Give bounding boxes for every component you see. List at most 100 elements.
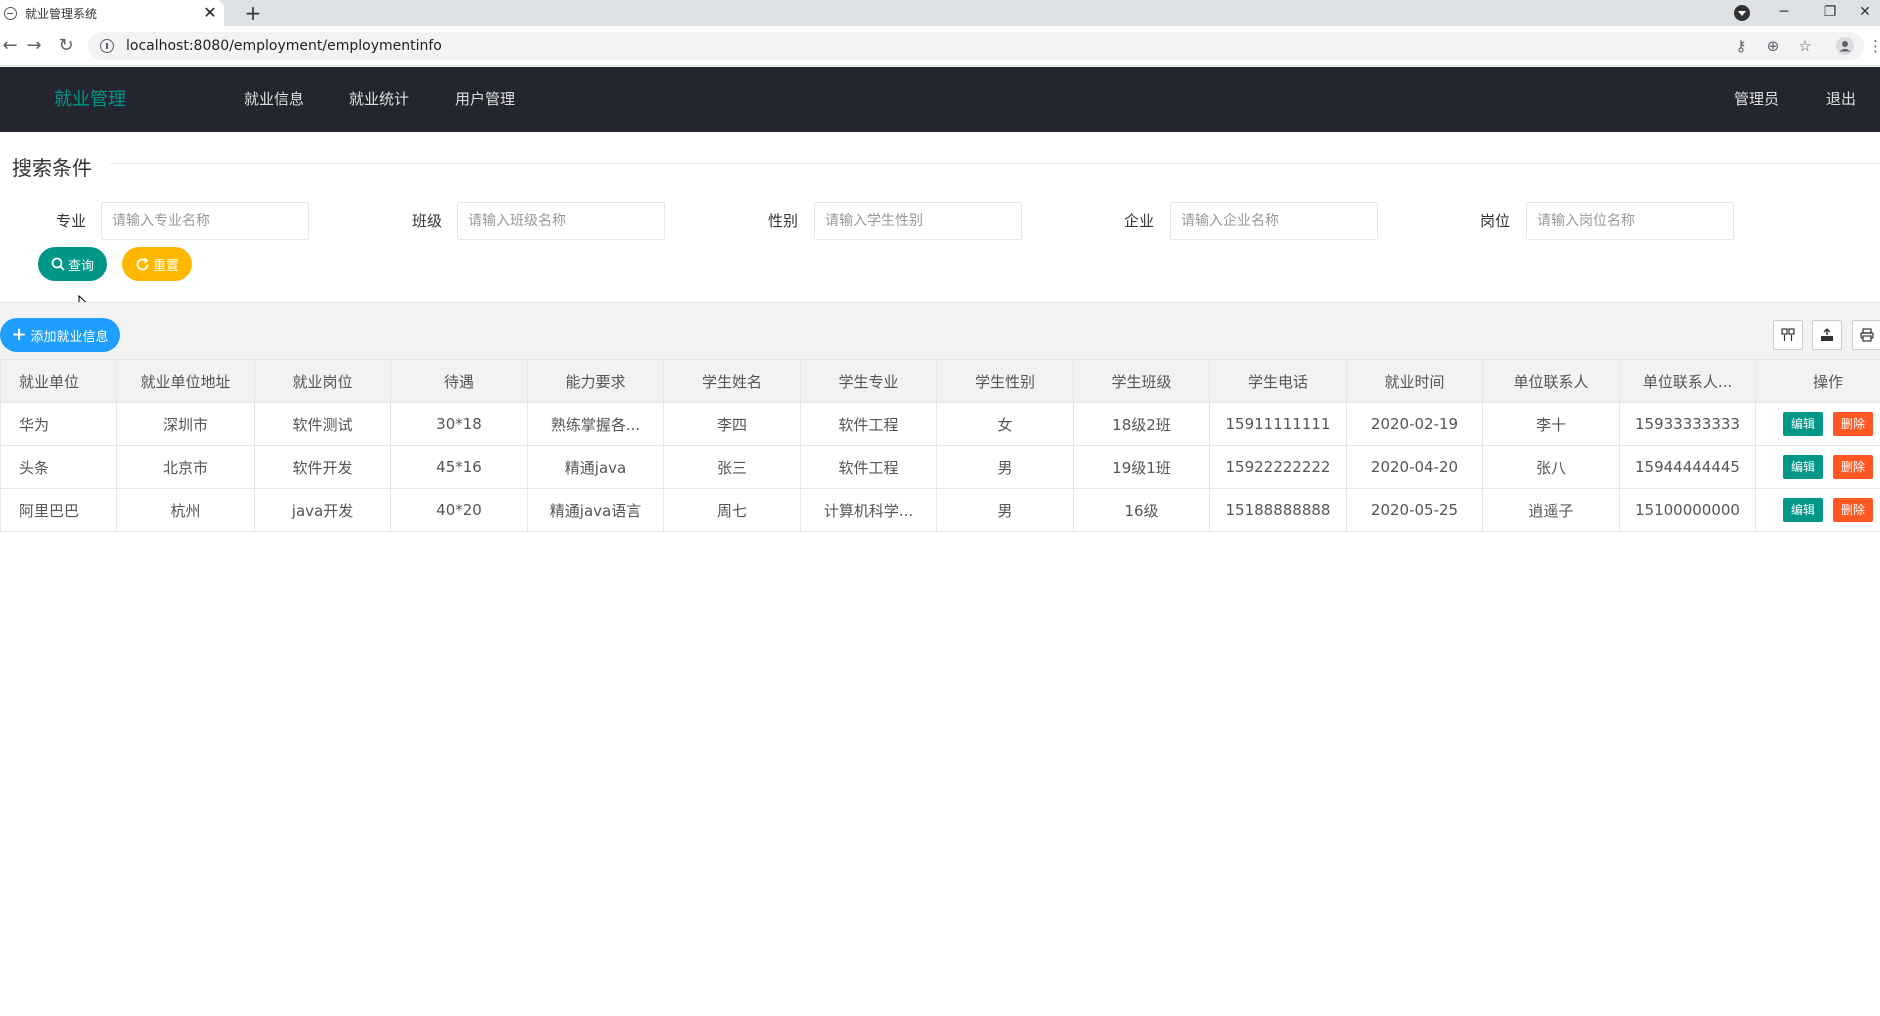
actions-cell: 编辑 删除 bbox=[1755, 488, 1880, 532]
nav-item-user-management[interactable]: 用户管理 bbox=[455, 67, 515, 132]
tab-close-icon[interactable]: ✕ bbox=[202, 5, 218, 21]
user-menu[interactable]: 管理员 bbox=[1734, 67, 1779, 132]
export-icon[interactable] bbox=[1812, 320, 1842, 350]
search-legend: 搜索条件 bbox=[12, 156, 92, 180]
column-header[interactable]: 就业单位地址 bbox=[116, 359, 255, 403]
restore-button[interactable]: ❐ bbox=[1810, 0, 1850, 26]
table-cell: 15188888888 bbox=[1209, 488, 1347, 532]
column-header[interactable]: 学生专业 bbox=[800, 359, 937, 403]
table-cell: 2020-05-25 bbox=[1346, 488, 1483, 532]
column-header[interactable]: 待遇 bbox=[390, 359, 528, 403]
table-cell: 逍遥子 bbox=[1482, 488, 1620, 532]
position-input[interactable] bbox=[1526, 202, 1734, 240]
delete-button[interactable]: 删除 bbox=[1833, 455, 1874, 479]
url-text[interactable]: localhost:8080/employment/employmentinfo bbox=[126, 38, 442, 54]
table-cell: 计算机科学... bbox=[800, 488, 937, 532]
kebab-menu-icon[interactable]: ⋮ bbox=[1868, 32, 1880, 60]
table-row[interactable]: 头条 北京市 软件开发 45*16 精通java 张三 软件工程 男 19级1班… bbox=[0, 445, 1880, 489]
column-header[interactable]: 学生姓名 bbox=[663, 359, 801, 403]
table-cell: 18级2班 bbox=[1073, 402, 1210, 446]
table-cell: 北京市 bbox=[116, 445, 255, 489]
employment-table: 就业单位 就业单位地址 就业岗位 待遇 能力要求 学生姓名 学生专业 学生性别 … bbox=[0, 359, 1880, 532]
table-cell: 男 bbox=[936, 445, 1074, 489]
browser-tab[interactable]: 就业管理系统 ✕ bbox=[0, 0, 224, 26]
table-cell: 精通java语言 bbox=[527, 488, 664, 532]
column-header[interactable]: 就业单位 bbox=[0, 359, 117, 403]
company-label: 企业 bbox=[1123, 212, 1154, 230]
edit-button[interactable]: 编辑 bbox=[1782, 455, 1823, 479]
account-icon[interactable] bbox=[1834, 32, 1856, 60]
arrow-left-icon[interactable]: ← bbox=[0, 36, 20, 56]
app-logo: 就业管理 bbox=[54, 89, 126, 110]
browser-tab-strip: 就业管理系统 ✕ + ─ ❐ ✕ bbox=[0, 0, 1880, 26]
company-input[interactable] bbox=[1170, 202, 1378, 240]
column-header[interactable]: 学生性别 bbox=[936, 359, 1074, 403]
browser-toolbar: ← → ↻ localhost:8080/employment/employme… bbox=[0, 26, 1880, 66]
new-tab-button[interactable]: + bbox=[242, 2, 264, 24]
table-row[interactable]: 华为 深圳市 软件测试 30*18 熟练掌握各... 李四 软件工程 女 18级… bbox=[0, 402, 1880, 446]
delete-button[interactable]: 删除 bbox=[1833, 412, 1874, 436]
search-button[interactable]: 查询 bbox=[38, 247, 107, 281]
nav-item-employment-stats[interactable]: 就业统计 bbox=[349, 67, 409, 132]
column-header[interactable]: 学生电话 bbox=[1209, 359, 1347, 403]
address-bar[interactable]: localhost:8080/employment/employmentinfo bbox=[88, 32, 1864, 60]
table-cell: 精通java bbox=[527, 445, 664, 489]
globe-icon bbox=[4, 6, 17, 20]
edit-button[interactable]: 编辑 bbox=[1782, 412, 1823, 436]
table-cell: 15911111111 bbox=[1209, 402, 1347, 446]
column-header[interactable]: 单位联系人... bbox=[1619, 359, 1756, 403]
key-icon[interactable]: ⚷ bbox=[1730, 32, 1752, 60]
column-header[interactable]: 能力要求 bbox=[527, 359, 664, 403]
table-cell: 杭州 bbox=[116, 488, 255, 532]
table-row[interactable]: 阿里巴巴 杭州 java开发 40*20 精通java语言 周七 计算机科学..… bbox=[0, 488, 1880, 532]
table-cell: 2020-02-19 bbox=[1346, 402, 1483, 446]
table-toolbar: + 添加就业信息 bbox=[0, 302, 1880, 359]
star-icon[interactable]: ☆ bbox=[1794, 32, 1816, 60]
class-input[interactable] bbox=[457, 202, 665, 240]
logout-link[interactable]: 退出 bbox=[1826, 67, 1856, 132]
table-cell: 熟练掌握各... bbox=[527, 402, 664, 446]
table-cell: 头条 bbox=[0, 445, 117, 489]
class-label: 班级 bbox=[411, 212, 442, 230]
table-cell: 周七 bbox=[663, 488, 801, 532]
table-cell: 16级 bbox=[1073, 488, 1210, 532]
nav-item-employment-info[interactable]: 就业信息 bbox=[244, 67, 304, 132]
columns-icon[interactable] bbox=[1773, 320, 1803, 350]
search-icon bbox=[51, 257, 65, 271]
delete-button[interactable]: 删除 bbox=[1833, 498, 1874, 522]
search-divider bbox=[110, 163, 1880, 164]
column-header[interactable]: 就业时间 bbox=[1346, 359, 1483, 403]
position-label: 岗位 bbox=[1479, 212, 1510, 230]
refresh-icon bbox=[136, 257, 149, 270]
gender-input[interactable] bbox=[814, 202, 1022, 240]
reload-icon[interactable]: ↻ bbox=[56, 36, 76, 56]
table-cell: 40*20 bbox=[390, 488, 528, 532]
table-cell: 深圳市 bbox=[116, 402, 255, 446]
table-cell: 15922222222 bbox=[1209, 445, 1347, 489]
info-icon[interactable] bbox=[100, 39, 114, 53]
add-employment-button[interactable]: + 添加就业信息 bbox=[0, 318, 120, 352]
major-input[interactable] bbox=[101, 202, 309, 240]
table-cell: 阿里巴巴 bbox=[0, 488, 117, 532]
column-header[interactable]: 学生班级 bbox=[1073, 359, 1210, 403]
table-cell: 15100000000 bbox=[1619, 488, 1756, 532]
table-cell: 张八 bbox=[1482, 445, 1620, 489]
column-header[interactable]: 单位联系人 bbox=[1482, 359, 1620, 403]
edit-button[interactable]: 编辑 bbox=[1782, 498, 1823, 522]
minimize-button[interactable]: ─ bbox=[1764, 0, 1804, 26]
table-cell: 男 bbox=[936, 488, 1074, 532]
table-cell: 15944444445 bbox=[1619, 445, 1756, 489]
print-icon[interactable] bbox=[1852, 320, 1880, 350]
arrow-right-icon[interactable]: → bbox=[24, 36, 44, 56]
gender-label: 性别 bbox=[767, 212, 798, 230]
table-cell: 15933333333 bbox=[1619, 402, 1756, 446]
search-button-label: 查询 bbox=[67, 258, 94, 274]
close-window-button[interactable]: ✕ bbox=[1850, 0, 1880, 26]
major-label: 专业 bbox=[55, 212, 86, 230]
zoom-icon[interactable]: ⊕ bbox=[1762, 32, 1784, 60]
reset-button[interactable]: 重置 bbox=[122, 247, 192, 281]
table-cell: 软件工程 bbox=[800, 402, 937, 446]
table-cell: 张三 bbox=[663, 445, 801, 489]
tab-search-icon[interactable] bbox=[1734, 5, 1750, 21]
column-header[interactable]: 就业岗位 bbox=[254, 359, 391, 403]
